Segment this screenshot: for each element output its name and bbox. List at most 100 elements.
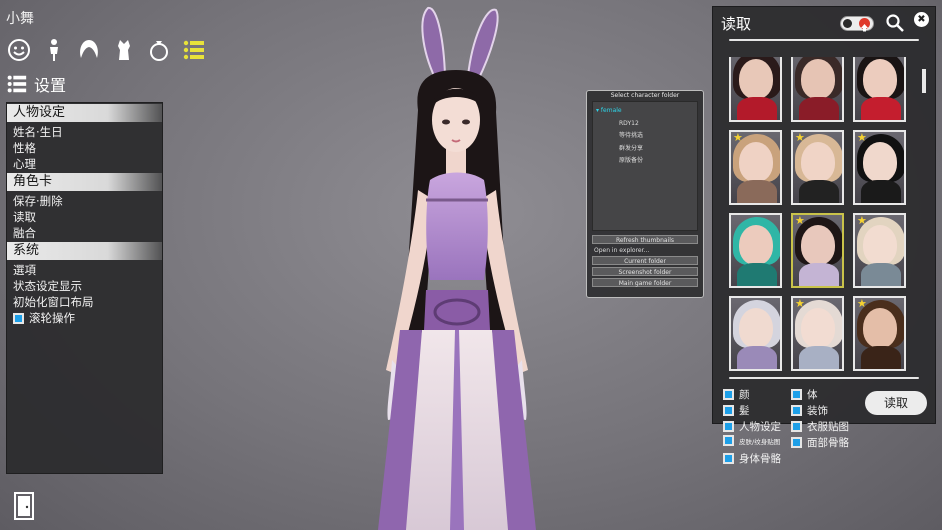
character-card[interactable]: ★: [853, 213, 906, 288]
character-card[interactable]: ★: [791, 130, 844, 205]
character-card[interactable]: [729, 296, 782, 371]
option-label: 髪: [739, 405, 750, 417]
clothing-icon: [118, 40, 130, 60]
favorite-star-icon: ★: [857, 214, 867, 227]
option-checkbox[interactable]: [723, 389, 734, 400]
character-card[interactable]: ★: [853, 296, 906, 371]
settings-menu-panel: 人物设定 姓名·生日 性格 心理 角色卡 保存·删除 读取 融合 系统 選項 状…: [6, 102, 163, 474]
option-clothing-texture[interactable]: 衣服贴图: [791, 419, 849, 434]
folder-tree-item[interactable]: RDY12: [593, 118, 697, 131]
card-thumbnail-outfit: [737, 180, 777, 203]
card-thumbnail-face: [801, 308, 835, 348]
card-thumbnail-outfit: [737, 346, 777, 369]
folder-select-panel: Select character folder female RDY12 等待挑…: [586, 90, 704, 298]
exit-door-icon[interactable]: [14, 492, 34, 520]
menu-item-status-display[interactable]: 状态设定显示: [7, 278, 162, 294]
hair-category-button[interactable]: [76, 37, 102, 63]
character-card[interactable]: [791, 57, 844, 122]
accessory-category-button[interactable]: [146, 37, 172, 63]
character-name: 小舞: [6, 11, 34, 27]
option-face-bones[interactable]: 面部骨骼: [791, 435, 849, 450]
character-model-figure[interactable]: [330, 0, 580, 530]
menu-item-save-delete[interactable]: 保存·删除: [7, 193, 162, 209]
menu-item-name-birthday[interactable]: 姓名·生日: [7, 124, 162, 140]
menu-item-load[interactable]: 读取: [7, 209, 162, 225]
option-checkbox[interactable]: [791, 421, 802, 432]
screenshot-folder-button[interactable]: Screenshot folder: [592, 267, 698, 276]
open-in-explorer-label: Open in explorer...: [594, 247, 650, 254]
wheel-operation-label: 滚轮操作: [29, 311, 75, 325]
option-checkbox[interactable]: [723, 405, 734, 416]
option-face[interactable]: 颜: [723, 387, 750, 402]
option-label: 人物设定: [739, 421, 781, 433]
wheel-operation-toggle[interactable]: 滚轮操作: [7, 310, 162, 326]
folder-tree-item[interactable]: female: [593, 105, 697, 118]
folder-tree-item[interactable]: 原版备份: [593, 155, 697, 168]
character-card[interactable]: [729, 213, 782, 288]
card-thumbnail-outfit: [861, 263, 901, 286]
toggle-knob: [843, 19, 852, 28]
card-thumbnail-outfit: [799, 97, 839, 120]
option-checkbox[interactable]: [723, 421, 734, 432]
clothing-category-button[interactable]: [111, 37, 137, 63]
sort-order-toggle[interactable]: [840, 16, 874, 32]
favorite-star-icon: ★: [857, 297, 867, 310]
card-thumbnail-outfit: [861, 346, 901, 369]
card-thumbnail-face: [801, 225, 835, 265]
folder-tree-item[interactable]: 等待挑选: [593, 130, 697, 143]
folder-tree: female RDY12 等待挑选 群发分享 原版备份: [592, 101, 698, 231]
card-grid-scrollbar[interactable]: [922, 69, 926, 93]
menu-item-merge[interactable]: 融合: [7, 225, 162, 241]
list-settings-icon: [183, 40, 204, 60]
current-folder-button[interactable]: Current folder: [592, 256, 698, 265]
system-category-button[interactable]: [181, 37, 207, 63]
character-card[interactable]: [853, 57, 906, 122]
refresh-thumbnails-button[interactable]: Refresh thumbnails: [592, 235, 698, 244]
card-thumbnail-face: [739, 59, 773, 99]
character-card[interactable]: ★: [729, 130, 782, 205]
body-icon: [50, 39, 58, 61]
option-checkbox[interactable]: [723, 435, 734, 446]
load-button[interactable]: 读取: [865, 391, 927, 415]
menu-item-options[interactable]: 選項: [7, 262, 162, 278]
sort-arrow-icon: [859, 18, 870, 32]
card-thumbnail-face: [801, 142, 835, 182]
main-game-folder-button[interactable]: Main game folder: [592, 278, 698, 287]
card-thumbnail-face: [739, 308, 773, 348]
menu-item-personality[interactable]: 性格: [7, 140, 162, 156]
body-category-button[interactable]: [41, 37, 67, 63]
category-toolbar: [6, 37, 207, 63]
option-skin-tattoo-texture[interactable]: 皮肤/纹身贴图: [723, 435, 780, 446]
card-thumbnail-face: [863, 142, 897, 182]
divider: [729, 39, 919, 41]
option-checkbox[interactable]: [723, 453, 734, 464]
search-icon[interactable]: [885, 13, 905, 33]
character-card[interactable]: ★: [853, 130, 906, 205]
option-body[interactable]: 体: [791, 387, 818, 402]
option-body-bones[interactable]: 身体骨骼: [723, 451, 781, 466]
option-label: 皮肤/纹身贴图: [739, 437, 781, 446]
close-icon[interactable]: ✖: [914, 12, 929, 27]
option-checkbox[interactable]: [791, 405, 802, 416]
favorite-star-icon: ★: [733, 131, 743, 144]
card-thumbnail-face: [739, 142, 773, 182]
list-settings-icon: [7, 75, 27, 93]
wheel-operation-checkbox[interactable]: [13, 312, 24, 324]
option-checkbox[interactable]: [791, 437, 802, 448]
option-hair[interactable]: 髪: [723, 403, 750, 418]
option-accessories[interactable]: 装饰: [791, 403, 828, 418]
option-checkbox[interactable]: [791, 389, 802, 400]
option-label: 衣服贴图: [807, 421, 849, 433]
face-category-button[interactable]: [6, 37, 32, 63]
card-thumbnail-face: [863, 59, 897, 99]
card-thumbnail-outfit: [861, 180, 901, 203]
character-card[interactable]: ★: [791, 296, 844, 371]
favorite-star-icon: ★: [795, 131, 805, 144]
folder-tree-item[interactable]: 群发分享: [593, 143, 697, 156]
character-card[interactable]: ★: [791, 213, 844, 288]
menu-group-header: 系统: [7, 242, 162, 260]
menu-item-reset-layout[interactable]: 初始化窗口布局: [7, 294, 162, 310]
character-card[interactable]: [729, 57, 782, 122]
option-character-settings[interactable]: 人物设定: [723, 419, 781, 434]
menu-item-psychology[interactable]: 心理: [7, 156, 162, 172]
